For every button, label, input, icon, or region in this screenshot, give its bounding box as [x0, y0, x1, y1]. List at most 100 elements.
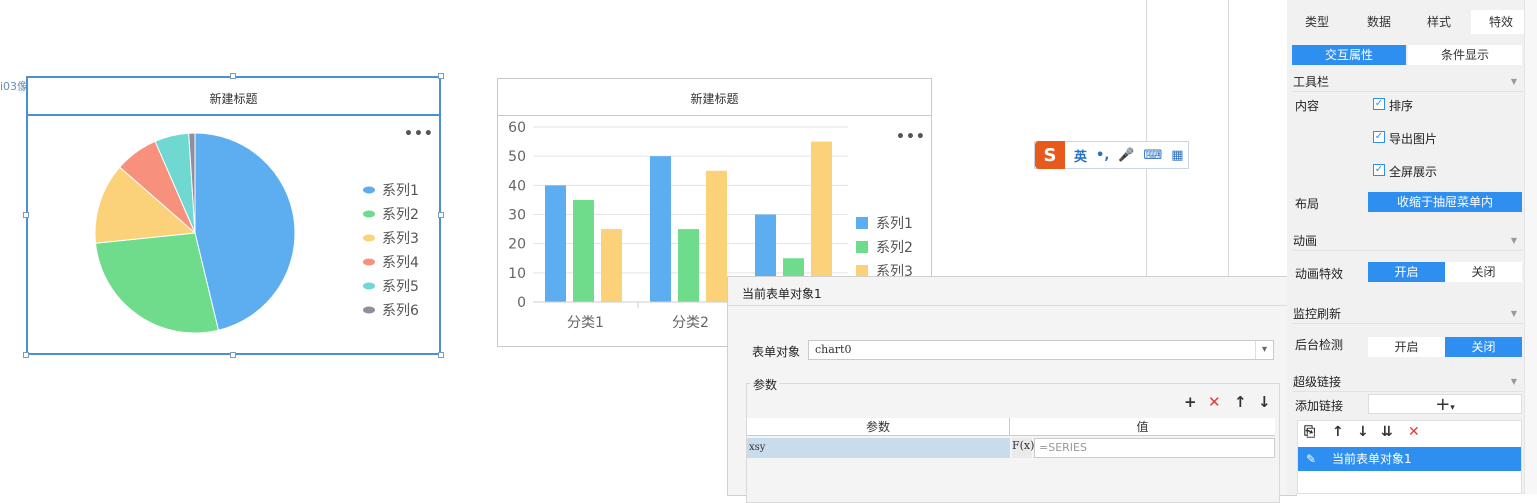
y-tick-label-6: 60 — [508, 120, 526, 136]
edit-icon[interactable]: ✎ — [1306, 447, 1316, 471]
subtab-interaction[interactable]: 交互属性 — [1292, 45, 1406, 65]
section-toolbar[interactable]: 工具栏 ▼ — [1293, 72, 1523, 92]
subtab-condition[interactable]: 条件显示 — [1408, 45, 1522, 65]
column-header-param: 参数 — [747, 418, 1010, 436]
bar-3-2 — [706, 170, 727, 302]
bar-2-2 — [678, 229, 699, 302]
legend-marker-1 — [856, 217, 868, 229]
legend-marker-6 — [363, 306, 375, 314]
resize-handle-bottom-right[interactable] — [438, 352, 444, 358]
y-tick-label-5: 50 — [508, 149, 526, 165]
list-item[interactable]: ✎ 当前表单对象1 — [1298, 447, 1521, 471]
legend-label-2: 系列2 — [876, 240, 913, 256]
animation-label: 动画特效 — [1295, 267, 1344, 281]
pie-chart-widget[interactable]: 新建标题 ••• 系列1 系列2 系列3 系列4 系列5 系列6 — [26, 76, 441, 355]
y-tick-label-3: 30 — [508, 208, 526, 224]
bar-2-1 — [573, 199, 594, 302]
design-canvas[interactable]: i03像素 新建标题 ••• 系列1 系列2 系列3 系列4 系列5 系列6 新建标题 •… — [0, 0, 1537, 503]
tab-style[interactable]: 样式 — [1409, 10, 1469, 34]
y-tick-label-4: 40 — [508, 178, 526, 194]
param-value-cell[interactable]: =SERIES — [1034, 438, 1275, 458]
form-object-dialog: 当前表单对象1 表单对象 chart0 ▾ 参数 + ✕ ↑ ↓ 参数 值 xs… — [727, 276, 1297, 503]
microphone-icon[interactable]: 🎤 — [1118, 148, 1134, 163]
up-arrow-icon[interactable]: ↑ — [1234, 393, 1247, 411]
resize-handle-right[interactable] — [438, 212, 444, 218]
legend-label-6: 系列6 — [382, 303, 419, 319]
tab-effects[interactable]: 特效 — [1471, 10, 1531, 34]
down-arrow-icon[interactable]: ↓ — [1258, 393, 1271, 411]
legend-label-3: 系列3 — [382, 231, 419, 247]
resize-handle-bottom[interactable] — [230, 352, 236, 358]
grid-icon[interactable]: ▦ — [1171, 148, 1183, 163]
form-object-value: chart0 — [815, 343, 852, 356]
chevron-down-icon[interactable]: ▾ — [1255, 341, 1273, 359]
checkbox-fullscreen[interactable]: ✓ — [1373, 164, 1385, 176]
move-bottom-icon[interactable]: ⇊ — [1381, 424, 1393, 440]
ime-toolbar[interactable]: S 英 •, 🎤 ⌨ ▦ — [1034, 141, 1189, 169]
checkbox-fullscreen-label: 全屏展示 — [1389, 165, 1438, 179]
checkbox-export-image-label: 导出图片 — [1389, 132, 1438, 146]
pie-chart-svg: 系列1 系列2 系列3 系列4 系列5 系列6 — [94, 132, 419, 334]
section-hyperlink[interactable]: 超级链接 ▼ — [1293, 372, 1523, 392]
panel-scrollbar[interactable] — [1524, 0, 1537, 494]
bar-1-1 — [545, 185, 566, 302]
legend-marker-4 — [363, 258, 375, 266]
bar-3-1 — [601, 229, 622, 302]
x-tick-label-2: 分类2 — [672, 315, 709, 331]
dialog-separator — [728, 305, 1296, 306]
checkbox-sort[interactable]: ✓ — [1373, 98, 1385, 110]
x-tick-label-1: 分类1 — [567, 315, 604, 331]
ime-language-toggle[interactable]: 英 — [1074, 146, 1087, 165]
legend-label-1: 系列1 — [382, 183, 419, 199]
legend-marker-2 — [363, 210, 375, 218]
column-header-value: 值 — [1010, 418, 1275, 436]
add-link-label: 添加链接 — [1295, 399, 1344, 413]
add-icon[interactable]: + — [1184, 393, 1197, 411]
copy-icon[interactable]: ⎘ — [1304, 424, 1315, 440]
section-animation[interactable]: 动画 ▼ — [1293, 231, 1523, 251]
ime-logo-icon[interactable]: S — [1035, 141, 1065, 169]
tab-data[interactable]: 数据 — [1349, 10, 1409, 34]
delete-icon[interactable]: ✕ — [1208, 393, 1221, 411]
up-arrow-icon[interactable]: ↑ — [1332, 424, 1344, 440]
resize-handle-left[interactable] — [23, 212, 29, 218]
formula-button[interactable]: F(x) — [1012, 438, 1034, 458]
tab-type[interactable]: 类型 — [1287, 10, 1347, 34]
delete-icon[interactable]: ✕ — [1408, 424, 1420, 440]
punctuation-icon[interactable]: •, — [1096, 148, 1109, 163]
dialog-title: 当前表单对象1 — [742, 287, 822, 301]
legend-marker-3 — [363, 234, 375, 242]
legend-marker-2 — [856, 241, 868, 253]
y-tick-label-2: 20 — [508, 237, 526, 253]
monitor-on-button[interactable]: 开启 — [1368, 337, 1445, 357]
keyboard-icon[interactable]: ⌨ — [1143, 148, 1162, 163]
animation-off-button[interactable]: 关闭 — [1445, 262, 1522, 282]
params-label: 参数 — [750, 376, 781, 393]
canvas-divider — [1146, 0, 1147, 276]
layout-label: 布局 — [1295, 197, 1320, 211]
legend-label-2: 系列2 — [382, 207, 419, 223]
legend-label-5: 系列5 — [382, 279, 419, 295]
param-name-cell[interactable]: xsy — [747, 438, 1010, 458]
legend-label-1: 系列1 — [876, 216, 913, 232]
bar-1-2 — [650, 156, 671, 302]
section-monitor-refresh[interactable]: 监控刷新 ▼ — [1293, 304, 1523, 324]
checkbox-export-image[interactable]: ✓ — [1373, 131, 1385, 143]
layout-drawer-button[interactable]: 收缩于抽屉菜单内 — [1368, 192, 1522, 212]
monitor-off-button[interactable]: 关闭 — [1445, 337, 1522, 357]
resize-handle-top-right[interactable] — [438, 73, 444, 79]
down-arrow-icon[interactable]: ↓ — [1357, 424, 1369, 440]
legend-marker-1 — [363, 186, 375, 194]
content-label: 内容 — [1295, 99, 1320, 113]
canvas-divider-2 — [1228, 0, 1229, 276]
hyperlink-list: ⎘ ↑ ↓ ⇊ ✕ ✎ 当前表单对象1 — [1297, 420, 1522, 494]
form-object-label: 表单对象 — [752, 345, 801, 359]
background-check-label: 后台检测 — [1295, 338, 1344, 352]
form-object-select[interactable]: chart0 ▾ — [808, 340, 1274, 360]
resize-handle-top[interactable] — [230, 73, 236, 79]
checkbox-sort-label: 排序 — [1389, 99, 1414, 113]
legend-label-4: 系列4 — [382, 255, 419, 271]
animation-on-button[interactable]: 开启 — [1368, 262, 1445, 282]
resize-handle-bottom-left[interactable] — [23, 352, 29, 358]
add-link-button[interactable]: +▾ — [1368, 394, 1522, 415]
